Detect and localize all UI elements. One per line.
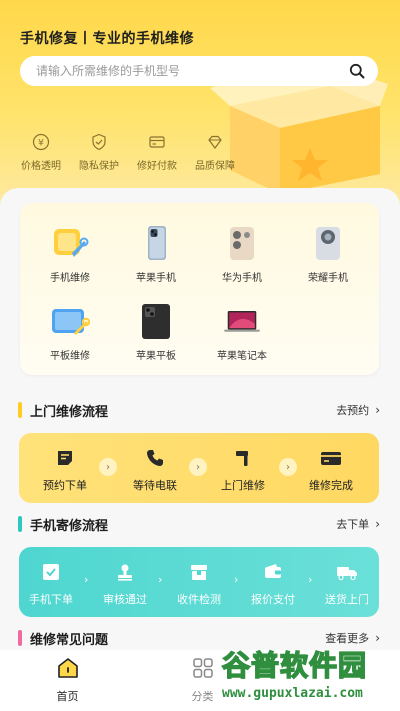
- svg-text:¥: ¥: [38, 139, 44, 149]
- step-label: 收件检测: [177, 593, 221, 606]
- category-phone-repair[interactable]: 手机维修: [30, 223, 110, 284]
- mailin-flow: 手机下单 › 审核通过 › 收件检测 › 报价支付 › 送货上门: [19, 547, 379, 617]
- stamp-icon: [114, 561, 136, 583]
- iphone-icon: [136, 223, 176, 263]
- feature-price: ¥ 价格透明: [12, 132, 70, 172]
- book-link[interactable]: 去预约 ›: [336, 402, 380, 418]
- category-tablet-repair[interactable]: 平板维修: [30, 301, 110, 362]
- step-complete: 维修完成: [291, 447, 371, 493]
- truck-icon: [336, 561, 358, 583]
- chevron-right-icon: ›: [234, 573, 239, 586]
- search-input[interactable]: [36, 64, 348, 78]
- chevron-right-icon: ›: [84, 573, 89, 586]
- ipad-icon: [136, 301, 176, 341]
- package-icon: [188, 561, 210, 583]
- onsite-section-header: 上门维修流程 去预约 ›: [18, 400, 380, 420]
- chevron-right-icon: ›: [375, 631, 380, 645]
- book-link-label: 去预约: [336, 404, 370, 417]
- category-label: 手机维修: [50, 273, 90, 284]
- section-title: 上门维修流程: [30, 404, 109, 420]
- step-pay: 报价支付: [241, 561, 305, 607]
- step-label: 送货上门: [325, 593, 369, 606]
- search-bar[interactable]: [20, 56, 378, 86]
- step-order: 预约下单: [25, 447, 105, 493]
- tab-label: 首页: [56, 690, 79, 703]
- hammer-icon: [232, 447, 254, 469]
- home-icon: [56, 656, 80, 684]
- order-link-label: 去下单: [336, 518, 370, 531]
- category-macbook[interactable]: 苹果笔记本: [202, 301, 282, 362]
- bottom-tab-bar: 首页 分类: [0, 650, 400, 711]
- checkbox-icon: [40, 561, 62, 583]
- feature-quality: 品质保障: [186, 132, 244, 172]
- step-label: 审核通过: [103, 593, 147, 606]
- step-inspect: 收件检测: [167, 561, 231, 607]
- category-ipad[interactable]: 苹果平板: [116, 301, 196, 362]
- more-link-label: 查看更多: [325, 632, 370, 645]
- card-icon: [147, 132, 167, 152]
- huawei-phone-icon: [222, 223, 262, 263]
- chevron-right-icon: ›: [375, 517, 380, 531]
- feature-label: 隐私保护: [79, 161, 119, 172]
- hero-banner: 手机修复丨专业的手机维修 ¥ 价格透明 隐私保护 修好付款 品质保障: [0, 0, 400, 205]
- card-icon: [320, 447, 342, 469]
- category-huawei[interactable]: 华为手机: [202, 223, 282, 284]
- step-call: 等待电联: [115, 447, 195, 493]
- phone-icon: [144, 447, 166, 469]
- step-label: 上门维修: [221, 479, 265, 492]
- section-accent-bar: [18, 516, 22, 532]
- search-icon[interactable]: [348, 62, 366, 80]
- category-label: 华为手机: [222, 273, 262, 284]
- step-review: 审核通过: [93, 561, 157, 607]
- chevron-right-icon: ›: [308, 573, 313, 586]
- tab-category[interactable]: 分类: [135, 650, 270, 711]
- honor-phone-icon: [308, 223, 348, 263]
- category-label: 平板维修: [50, 351, 90, 362]
- category-iphone[interactable]: 苹果手机: [116, 223, 196, 284]
- chevron-right-icon: ›: [375, 403, 380, 417]
- shield-check-icon: [89, 132, 109, 152]
- feature-label: 修好付款: [137, 161, 177, 172]
- section-accent-bar: [18, 630, 22, 646]
- tablet-repair-icon: [50, 301, 90, 341]
- feature-list: ¥ 价格透明 隐私保护 修好付款 品质保障: [12, 132, 244, 172]
- feature-privacy: 隐私保护: [70, 132, 128, 172]
- onsite-flow: 预约下单 › 等待电联 › 上门维修 › 维修完成: [19, 433, 379, 503]
- category-label: 苹果笔记本: [217, 351, 267, 362]
- diamond-icon: [205, 132, 225, 152]
- category-grid: 手机维修 苹果手机 华为手机 荣耀手机 平板维修 苹果平板 苹果笔记本: [20, 203, 379, 375]
- category-label: 苹果手机: [136, 273, 176, 284]
- category-label: 苹果平板: [136, 351, 176, 362]
- feature-label: 价格透明: [21, 161, 61, 172]
- order-link[interactable]: 去下单 ›: [336, 516, 380, 532]
- more-link[interactable]: 查看更多 ›: [325, 630, 380, 646]
- step-label: 维修完成: [309, 479, 353, 492]
- feature-payment: 修好付款: [128, 132, 186, 172]
- step-label: 等待电联: [133, 479, 177, 492]
- note-icon: [54, 447, 76, 469]
- tab-label: 分类: [191, 690, 214, 703]
- feature-label: 品质保障: [195, 161, 235, 172]
- step-label: 手机下单: [29, 593, 73, 606]
- macbook-icon: [222, 301, 262, 341]
- chevron-right-icon: ›: [158, 573, 163, 586]
- grid-icon: [191, 656, 215, 684]
- section-accent-bar: [18, 402, 22, 418]
- yen-coin-icon: ¥: [31, 132, 51, 152]
- tab-home[interactable]: 首页: [0, 650, 135, 711]
- section-title: 手机寄修流程: [30, 518, 109, 534]
- step-visit: 上门维修: [203, 447, 283, 493]
- category-honor[interactable]: 荣耀手机: [288, 223, 368, 284]
- phone-repair-icon: [50, 223, 90, 263]
- wallet-icon: [262, 561, 284, 583]
- step-place-order: 手机下单: [19, 561, 83, 607]
- step-label: 预约下单: [43, 479, 87, 492]
- category-label: 荣耀手机: [308, 273, 348, 284]
- step-deliver: 送货上门: [315, 561, 379, 607]
- page-title: 手机修复丨专业的手机维修: [20, 31, 194, 47]
- mailin-section-header: 手机寄修流程 去下单 ›: [18, 514, 380, 534]
- faq-section-header: 维修常见问题 查看更多 ›: [18, 628, 380, 648]
- section-title: 维修常见问题: [30, 632, 109, 648]
- step-label: 报价支付: [251, 593, 295, 606]
